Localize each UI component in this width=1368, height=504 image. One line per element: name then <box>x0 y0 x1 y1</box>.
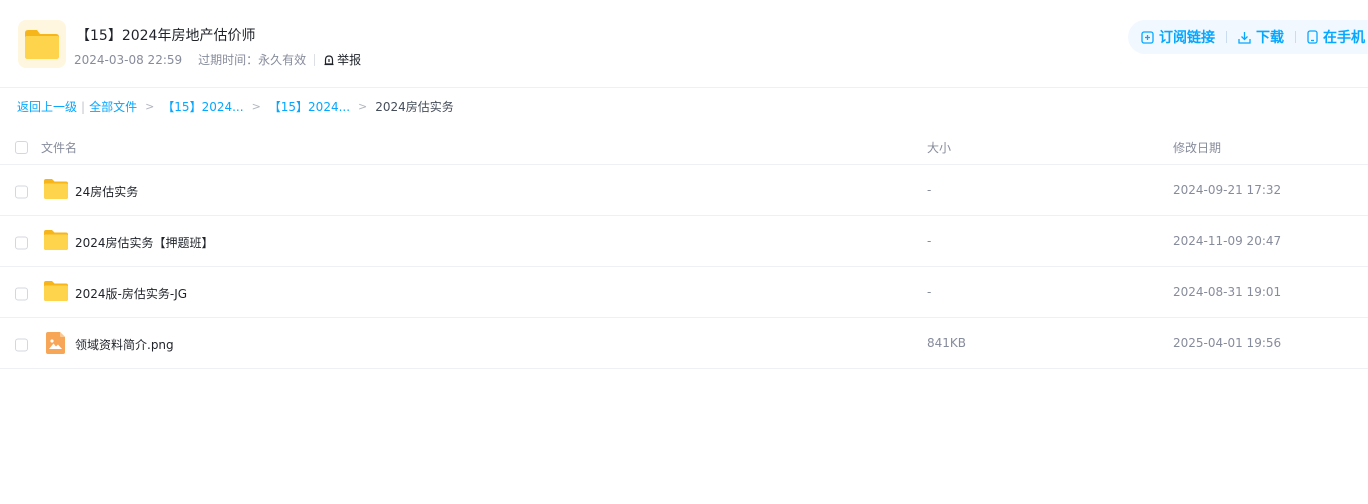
folder-icon <box>43 178 69 203</box>
chevron-right-icon: > <box>251 100 261 113</box>
table-row[interactable]: 2024版-房估实务-JG - 2024-08-31 19:01 <box>0 267 1368 318</box>
file-table: 文件名 大小 修改日期 24房估实务 - 2024-09-21 17:32 20… <box>0 128 1368 369</box>
file-date: 2024-08-31 19:01 <box>1173 285 1282 299</box>
breadcrumb: 返回上一级 | 全部文件 > 【15】2024... > 【15】2024...… <box>17 99 454 115</box>
image-file-icon <box>43 331 69 358</box>
share-date: 2024-03-08 22:59 <box>74 53 183 67</box>
subscribe-link-button[interactable]: 订阅链接 <box>1141 27 1215 47</box>
file-size: 841KB <box>927 336 967 350</box>
file-name[interactable]: 2024房估实务【押题班】 <box>75 234 214 251</box>
share-meta: 2024-03-08 22:59 过期时间： 永久有效 举报 <box>74 52 361 68</box>
row-checkbox[interactable] <box>15 185 28 198</box>
column-header-size[interactable]: 大小 <box>927 139 951 156</box>
table-row[interactable]: 2024房估实务【押题班】 - 2024-11-09 20:47 <box>0 216 1368 267</box>
breadcrumb-level-1[interactable]: 【15】2024... <box>162 99 243 115</box>
divider <box>1295 31 1296 43</box>
folder-icon <box>43 229 69 254</box>
row-checkbox[interactable] <box>15 338 28 351</box>
breadcrumb-level-2[interactable]: 【15】2024... <box>269 99 350 115</box>
report-button[interactable]: 举报 <box>323 52 361 68</box>
subscribe-label: 订阅链接 <box>1159 30 1215 46</box>
divider <box>314 54 316 66</box>
breadcrumb-all-files[interactable]: 全部文件 <box>89 99 137 115</box>
table-row[interactable]: 领域资料简介.png 841KB 2025-04-01 19:56 <box>0 318 1368 369</box>
phone-icon <box>1307 30 1318 44</box>
expiry-value: 永久有效 <box>258 53 307 67</box>
subscribe-icon <box>1141 30 1154 44</box>
divider <box>1226 31 1227 43</box>
table-row[interactable]: 24房估实务 - 2024-09-21 17:32 <box>0 165 1368 216</box>
share-folder-icon <box>18 20 66 68</box>
file-name[interactable]: 2024版-房估实务-JG <box>75 285 187 302</box>
expiry-label: 过期时间： <box>198 53 259 67</box>
divider: | <box>81 100 86 114</box>
folder-icon <box>43 280 69 305</box>
file-date: 2024-09-21 17:32 <box>1173 183 1282 197</box>
file-name[interactable]: 24房估实务 <box>75 183 138 200</box>
download-label: 下载 <box>1256 30 1284 46</box>
share-title: 【15】2024年房地产估价师 <box>76 28 256 44</box>
column-header-date[interactable]: 修改日期 <box>1173 139 1221 156</box>
report-label: 举报 <box>337 53 362 67</box>
file-size: - <box>927 183 932 197</box>
download-button[interactable]: 下载 <box>1238 27 1284 47</box>
open-on-phone-button[interactable]: 在手机 <box>1307 27 1365 47</box>
select-all-checkbox[interactable] <box>15 141 28 154</box>
row-checkbox[interactable] <box>15 287 28 300</box>
file-size: - <box>927 234 932 248</box>
file-date: 2024-11-09 20:47 <box>1173 234 1282 248</box>
phone-label: 在手机 <box>1323 30 1365 46</box>
file-size: - <box>927 285 932 299</box>
back-link[interactable]: 返回上一级 <box>17 99 77 115</box>
action-bar: 订阅链接 下载 在手机 <box>1128 20 1368 54</box>
file-name[interactable]: 领域资料简介.png <box>75 336 174 353</box>
column-header-name[interactable]: 文件名 <box>41 139 77 156</box>
download-icon <box>1238 31 1251 44</box>
file-date: 2025-04-01 19:56 <box>1173 336 1282 350</box>
table-header: 文件名 大小 修改日期 <box>0 128 1368 165</box>
share-header: 【15】2024年房地产估价师 2024-03-08 22:59 过期时间： 永… <box>0 0 1368 88</box>
chevron-right-icon: > <box>358 100 368 113</box>
report-icon <box>324 55 334 66</box>
row-checkbox[interactable] <box>15 236 28 249</box>
chevron-right-icon: > <box>145 100 155 113</box>
breadcrumb-current: 2024房估实务 <box>375 100 454 114</box>
